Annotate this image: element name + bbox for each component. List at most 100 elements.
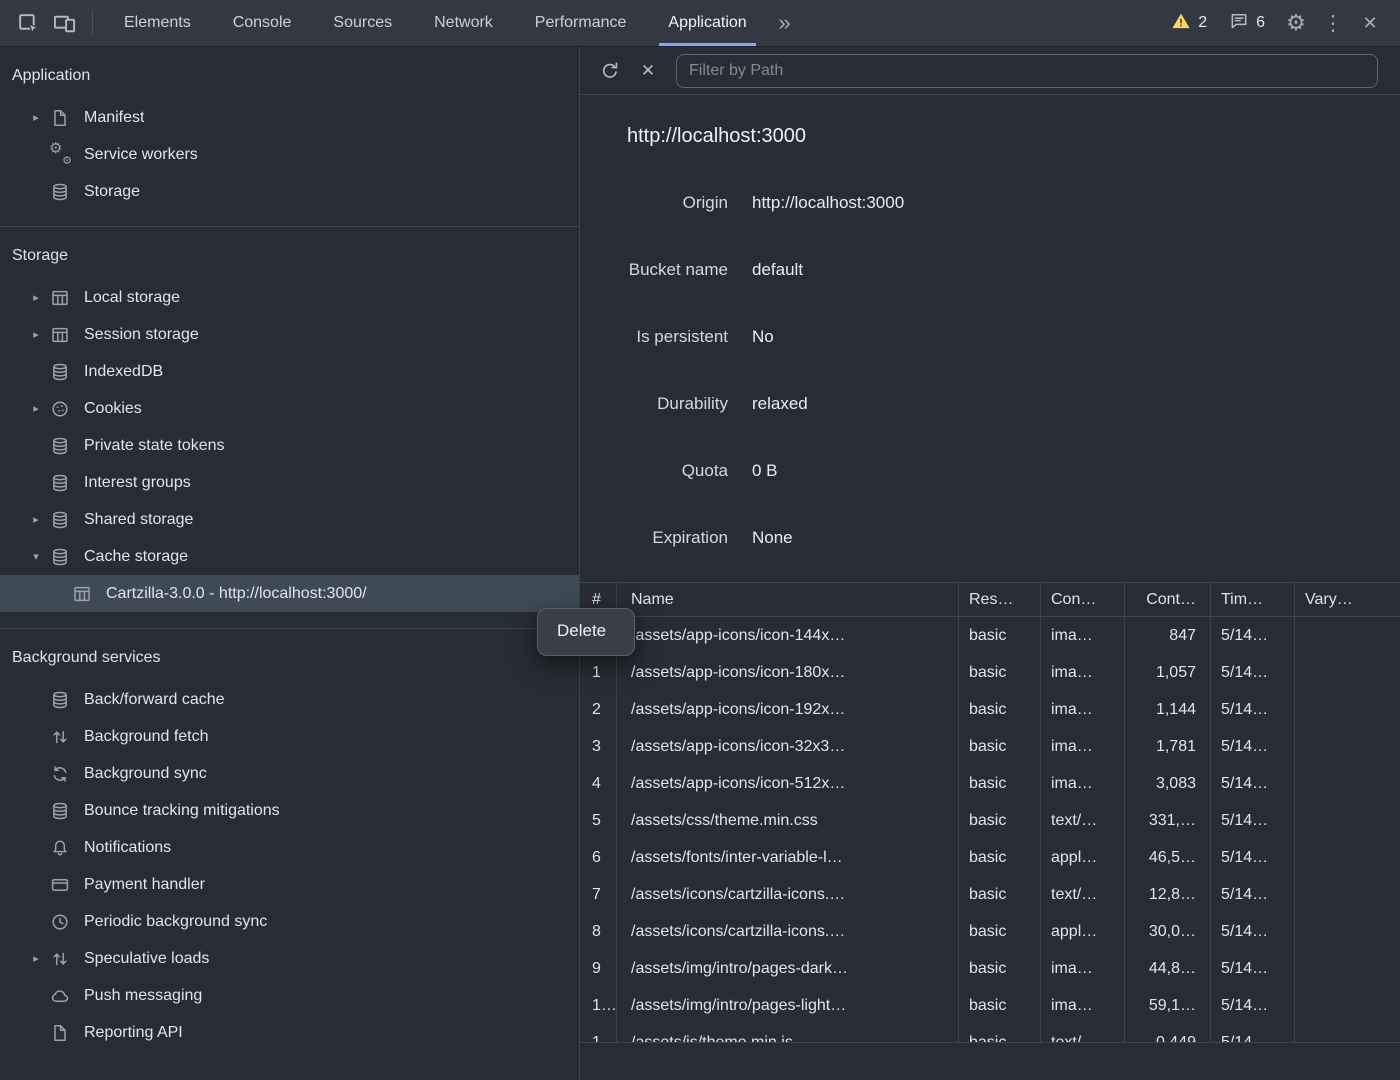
metadata-row: Originhttp://localhost:3000 <box>580 169 1400 236</box>
expand-arrow-icon[interactable]: ▸ <box>22 952 50 965</box>
sidebar-item-session-storage[interactable]: ▸Session storage <box>0 316 579 353</box>
column-header-3[interactable]: Con… <box>1040 583 1124 617</box>
settings-gear-icon[interactable]: ⚙ <box>1276 10 1316 36</box>
expand-arrow-icon[interactable]: ▸ <box>22 402 50 415</box>
expand-arrow-icon[interactable]: ▸ <box>22 513 50 526</box>
table-cell: 1 <box>580 654 616 691</box>
sidebar-item-push-messaging[interactable]: Push messaging <box>0 977 579 1014</box>
expand-arrow-icon[interactable]: ▸ <box>22 111 50 124</box>
table-body: 0/assets/app-icons/icon-144x…basicima…84… <box>580 617 1400 1042</box>
sidebar-item-indexeddb[interactable]: IndexedDB <box>0 353 579 390</box>
table-row[interactable]: 4/assets/app-icons/icon-512x…basicima…3,… <box>580 765 1400 802</box>
tab-elements[interactable]: Elements <box>103 0 212 46</box>
filter-by-path-input[interactable] <box>676 54 1378 88</box>
database-icon <box>50 510 70 530</box>
device-toolbar-icon[interactable] <box>46 0 82 46</box>
warnings-indicator[interactable]: 2 <box>1160 11 1218 36</box>
table-cell: 3 <box>580 728 616 765</box>
close-devtools-icon[interactable]: ✕ <box>1350 13 1390 34</box>
context-menu-delete[interactable]: Delete <box>543 614 629 650</box>
document-icon <box>50 1023 70 1043</box>
sidebar-item-reporting-api[interactable]: Reporting API <box>0 1014 579 1051</box>
table-cell: 46,5… <box>1124 839 1210 876</box>
expand-arrow-icon[interactable]: ▸ <box>22 291 50 304</box>
bell-icon <box>50 838 70 858</box>
table-row[interactable]: 1…/assets/js/theme.min.jsbasictext/…0,44… <box>580 1024 1400 1042</box>
clear-filter-icon[interactable]: ✕ <box>634 61 662 81</box>
metadata-row: Is persistentNo <box>580 303 1400 370</box>
sidebar-item-label: Cache storage <box>84 548 188 566</box>
sidebar-item-background-sync[interactable]: Background sync <box>0 755 579 792</box>
sidebar-item-cache-storage[interactable]: ▾ Cache storage <box>0 538 579 575</box>
table-row[interactable]: 1/assets/app-icons/icon-180x…basicima…1,… <box>580 654 1400 691</box>
filter-bar: ✕ <box>580 47 1400 95</box>
table-row[interactable]: 1…/assets/img/intro/pages-light…basicima… <box>580 987 1400 1024</box>
tab-network[interactable]: Network <box>413 0 514 46</box>
metadata-label: Origin <box>580 193 728 213</box>
sidebar-item-label: Background fetch <box>84 728 209 746</box>
sidebar-item-local-storage[interactable]: ▸Local storage <box>0 279 579 316</box>
more-tabs-icon[interactable]: » <box>768 0 802 46</box>
sidebar-item-label: Notifications <box>84 839 171 857</box>
sidebar-item-bounce-tracking-mitigations[interactable]: Bounce tracking mitigations <box>0 792 579 829</box>
devtools-window: ElementsConsoleSourcesNetworkPerformance… <box>0 0 1400 1080</box>
table-row[interactable]: 3/assets/app-icons/icon-32x3…basicima…1,… <box>580 728 1400 765</box>
sidebar-item-interest-groups[interactable]: Interest groups <box>0 464 579 501</box>
table-row[interactable]: 5/assets/css/theme.min.cssbasictext/…331… <box>580 802 1400 839</box>
metadata-row: ExpirationNone <box>580 504 1400 571</box>
table-row[interactable]: 6/assets/fonts/inter-variable-l…basicapp… <box>580 839 1400 876</box>
sidebar-item-label: Reporting API <box>84 1024 183 1042</box>
column-header-1[interactable]: Name <box>616 583 958 617</box>
sidebar-item-storage[interactable]: Storage <box>0 173 579 210</box>
table-cell: basic <box>958 654 1040 691</box>
sidebar-item-label: Cookies <box>84 400 142 418</box>
table-row[interactable]: 9/assets/img/intro/pages-dark…basicima…4… <box>580 950 1400 987</box>
sidebar-item-cartzilla-3-0-0-http-localhost-3000[interactable]: Cartzilla-3.0.0 - http://localhost:3000/ <box>0 575 579 612</box>
metadata-label: Is persistent <box>580 327 728 347</box>
messages-indicator[interactable]: 6 <box>1218 11 1276 36</box>
table-cell <box>1294 728 1400 765</box>
metadata-value: default <box>752 260 803 280</box>
table-row[interactable]: 7/assets/icons/cartzilla-icons.…basictex… <box>580 876 1400 913</box>
sidebar-item-back-forward-cache[interactable]: Back/forward cache <box>0 681 579 718</box>
sidebar-item-cookies[interactable]: ▸ Cookies <box>0 390 579 427</box>
kebab-menu-icon[interactable]: ⋮ <box>1316 11 1350 36</box>
metadata-value: None <box>752 528 793 548</box>
expand-arrow-icon[interactable]: ▸ <box>22 328 50 341</box>
sidebar-item-manifest[interactable]: ▸Manifest <box>0 99 579 136</box>
document-icon <box>50 108 70 128</box>
table-row[interactable]: 8/assets/icons/cartzilla-icons.…basicapp… <box>580 913 1400 950</box>
column-header-6[interactable]: Vary… <box>1294 583 1400 617</box>
column-header-4[interactable]: Cont… <box>1124 583 1210 617</box>
refresh-icon[interactable] <box>596 60 624 82</box>
sidebar-item-service-workers[interactable]: ⚙⚙Service workers <box>0 136 579 173</box>
sidebar-item-speculative-loads[interactable]: ▸Speculative loads <box>0 940 579 977</box>
database-icon <box>50 473 70 493</box>
inspect-element-icon[interactable] <box>10 0 46 46</box>
table-cell: ima… <box>1040 617 1124 654</box>
tab-console[interactable]: Console <box>212 0 313 46</box>
column-header-2[interactable]: Res… <box>958 583 1040 617</box>
table-cell: 5/14… <box>1210 876 1294 913</box>
cache-storage-panel: ✕ http://localhost:3000 Originhttp://loc… <box>580 47 1400 1080</box>
tab-sources[interactable]: Sources <box>312 0 413 46</box>
sidebar-item-notifications[interactable]: Notifications <box>0 829 579 866</box>
sidebar-item-shared-storage[interactable]: ▸Shared storage <box>0 501 579 538</box>
column-header-5[interactable]: Tim… <box>1210 583 1294 617</box>
sidebar-item-label: Storage <box>84 183 140 201</box>
table-row[interactable]: 2/assets/app-icons/icon-192x…basicima…1,… <box>580 691 1400 728</box>
table-row[interactable]: 0/assets/app-icons/icon-144x…basicima…84… <box>580 617 1400 654</box>
sidebar-item-background-fetch[interactable]: Background fetch <box>0 718 579 755</box>
tab-application[interactable]: Application <box>647 0 767 46</box>
collapse-arrow-icon[interactable]: ▾ <box>22 550 50 563</box>
table-cell: /assets/app-icons/icon-32x3… <box>616 728 958 765</box>
sidebar-item-periodic-background-sync[interactable]: Periodic background sync <box>0 903 579 940</box>
cloud-icon <box>50 986 70 1006</box>
table-cell: /assets/app-icons/icon-192x… <box>616 691 958 728</box>
warning-count: 2 <box>1198 14 1207 32</box>
metadata-value: relaxed <box>752 394 808 414</box>
panel-split: Application▸Manifest⚙⚙Service workersSto… <box>0 47 1400 1080</box>
tab-performance[interactable]: Performance <box>514 0 648 46</box>
sidebar-item-private-state-tokens[interactable]: Private state tokens <box>0 427 579 464</box>
sidebar-item-payment-handler[interactable]: Payment handler <box>0 866 579 903</box>
